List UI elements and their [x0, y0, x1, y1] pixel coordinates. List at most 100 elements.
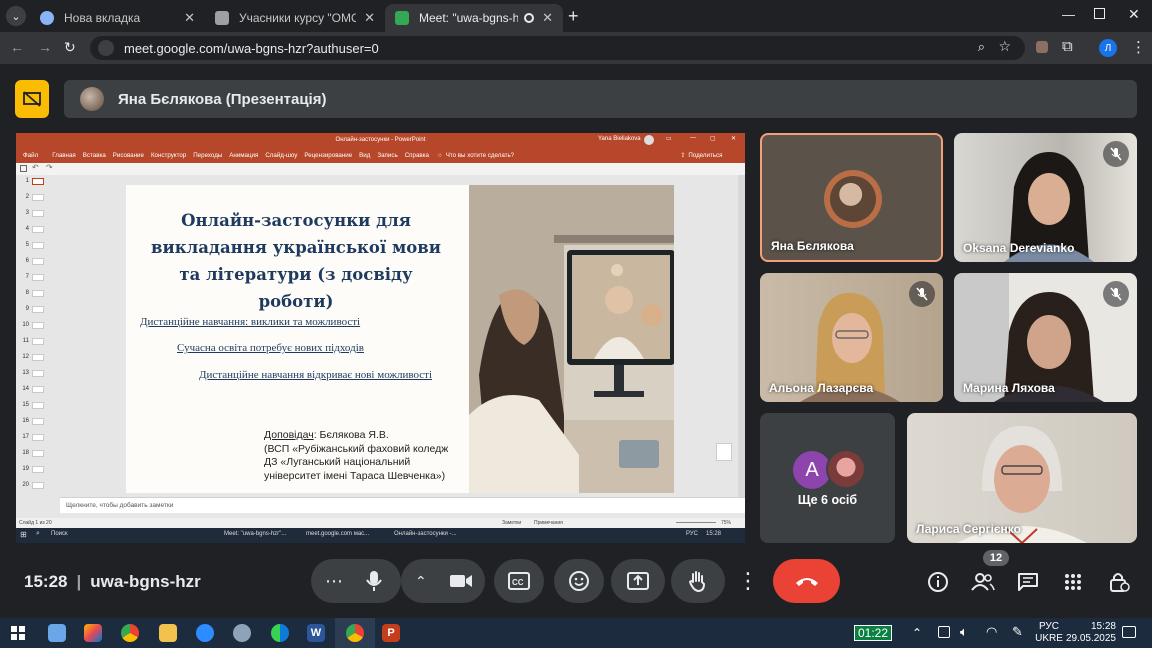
tab-new-tab[interactable]: Нова вкладка ✕ — [30, 4, 205, 32]
participant-tile[interactable]: Яна Бєлякова — [760, 133, 943, 262]
comments-toggle: Примечания — [534, 520, 563, 526]
apps-grid-icon — [1065, 574, 1081, 590]
chat-button[interactable] — [1012, 566, 1044, 598]
avatar — [826, 449, 866, 489]
tab-search-button[interactable]: ⌄ — [6, 6, 26, 26]
more-vert-icon[interactable]: ⋮ — [1131, 38, 1146, 56]
slide-thumb: 19 — [18, 463, 58, 476]
slide-scrollbar — [738, 175, 745, 497]
document-tab-icon — [215, 11, 229, 25]
bookmark-icon — [716, 443, 732, 461]
puzzle-icon[interactable]: ⧉ — [1062, 38, 1073, 55]
close-icon[interactable]: ✕ — [364, 10, 375, 26]
close-window-icon[interactable]: ✕ — [1128, 6, 1140, 23]
app-icon[interactable] — [48, 624, 66, 642]
taskbar-lang: РУС — [686, 531, 699, 537]
clock-time: 15:28 — [24, 572, 68, 591]
file-explorer-icon[interactable] — [159, 624, 177, 642]
participant-tile[interactable]: Лариса Сергієнко — [907, 413, 1137, 543]
meet-tab-icon — [395, 11, 409, 25]
slide-thumb: 2 — [18, 191, 58, 204]
profile-avatar[interactable]: Л — [1099, 39, 1117, 57]
forward-arrow-icon[interactable]: → — [38, 39, 52, 55]
mic-button[interactable] — [351, 559, 397, 603]
pen-icon[interactable]: ✎ — [1012, 624, 1023, 640]
meeting-info-button[interactable] — [922, 566, 954, 598]
leave-call-button[interactable] — [773, 559, 840, 603]
browser-tab-strip: ⌄ Нова вкладка ✕ Учасники курсу "ОМО вик… — [0, 0, 1152, 32]
captions-button[interactable]: CC — [494, 559, 544, 603]
slide-line: Дистанційне навчання відкриває нові можл… — [199, 369, 433, 381]
chevron-up-icon[interactable]: ⌃ — [415, 573, 427, 590]
close-icon[interactable]: ✕ — [184, 10, 195, 26]
chevron-up-icon[interactable]: ⌃ — [912, 626, 922, 640]
slide-thumb: 5 — [18, 239, 58, 252]
copilot-icon[interactable] — [84, 624, 102, 642]
speaker-icon[interactable]: 🔈︎ — [960, 624, 968, 640]
affiliation-line: ДЗ «Луганський національний — [264, 456, 411, 468]
slide-thumb: 9 — [18, 303, 58, 316]
address-bar[interactable]: meet.google.com/uwa-bgns-hzr?authuser=0 … — [90, 36, 1025, 60]
slide-thumb: 13 — [18, 367, 58, 380]
windows-start-icon[interactable] — [11, 626, 25, 640]
chrome-profile-icon[interactable] — [346, 624, 364, 642]
tab-course-participants[interactable]: Учасники курсу "ОМО виклад ✕ — [205, 4, 385, 32]
participant-tile[interactable]: Альона Лазарєва — [760, 273, 943, 402]
participant-tile[interactable]: Oksana Derevianko — [954, 133, 1137, 262]
more-options-button[interactable]: ⋮ — [732, 559, 764, 603]
zoom-app-icon[interactable] — [196, 624, 214, 642]
maximize-icon: ▢ — [710, 136, 716, 142]
slide-thumb: 10 — [18, 319, 58, 332]
input-language[interactable]: РУС UKRE — [1034, 621, 1064, 645]
shared-screen: Онлайн-застосунки - PowerPoint Yana Biel… — [16, 133, 745, 543]
recording-icon — [524, 13, 535, 23]
close-icon[interactable]: ✕ — [542, 10, 553, 26]
ribbon-tab: Вид — [359, 151, 371, 159]
back-arrow-icon[interactable]: ← — [10, 39, 24, 55]
taskbar-item: Онлайн-застосунки -... — [394, 531, 457, 537]
activities-button[interactable] — [1057, 566, 1089, 598]
battery-icon[interactable] — [938, 626, 950, 638]
wifi-icon[interactable]: ◠ — [986, 624, 997, 640]
slide-thumb: 6 — [18, 255, 58, 268]
participant-name: Марина Ляхова — [963, 381, 1055, 395]
minimize-icon[interactable]: — — [1062, 7, 1075, 22]
bookmark-star-icon[interactable]: ☆ — [998, 38, 1011, 55]
reactions-button[interactable] — [554, 559, 604, 603]
stop-presenting-button[interactable] — [15, 80, 49, 118]
svg-text:CC: CC — [512, 578, 524, 587]
chrome-tab-icon — [40, 11, 54, 25]
others-label: Ще 6 осіб — [797, 493, 858, 507]
powerpoint-status-bar: Слайд 1 из 20 Заметки Примечания 75% — [16, 518, 745, 528]
raise-hand-button[interactable] — [671, 559, 725, 603]
others-tile[interactable]: A Ще 6 осіб — [760, 413, 895, 543]
word-icon[interactable]: W — [307, 624, 325, 642]
notification-icon[interactable] — [1122, 626, 1136, 638]
people-button[interactable] — [967, 566, 999, 598]
reload-icon[interactable]: ↻ — [64, 39, 76, 56]
maximize-icon[interactable] — [1094, 8, 1105, 19]
present-screen-button[interactable] — [611, 559, 665, 603]
taskbar-item: meet.google.com мас... — [306, 531, 370, 537]
slide-thumb: 7 — [18, 271, 58, 284]
extension-icon[interactable] — [1036, 41, 1048, 53]
edge-icon[interactable] — [271, 624, 289, 642]
tab-meet[interactable]: Meet: "uwa-bgns-hzr" ✕ — [385, 4, 563, 32]
app-icon[interactable] — [233, 624, 251, 642]
host-controls-button[interactable] — [1103, 566, 1135, 598]
participant-tile[interactable]: Марина Ляхова — [954, 273, 1137, 402]
presenter-label: Яна Бєлякова (Презентація) — [118, 90, 327, 108]
powerpoint-icon[interactable]: P — [382, 624, 400, 642]
mic-off-icon — [916, 287, 928, 301]
zoom-icon[interactable]: ⌕ — [978, 39, 985, 55]
camera-icon[interactable] — [449, 572, 473, 590]
site-info-icon[interactable] — [98, 40, 114, 56]
mic-off-icon — [1110, 287, 1122, 301]
mic-off-indicator — [909, 281, 935, 307]
notes-pane: Щелкните, чтобы добавить заметки — [60, 497, 745, 513]
new-tab-button[interactable]: + — [568, 6, 579, 27]
audio-options-button[interactable]: ⋯ — [325, 571, 343, 592]
chrome-icon[interactable] — [121, 624, 139, 642]
system-clock[interactable]: 15:28 29.05.2025 — [1062, 621, 1116, 645]
search-icon: ⌕ — [36, 530, 40, 537]
